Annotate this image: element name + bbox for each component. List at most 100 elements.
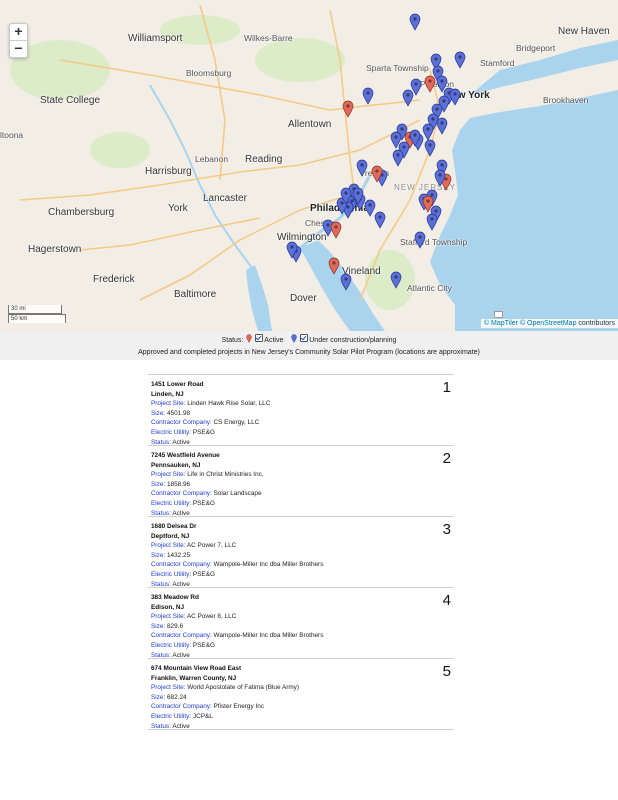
project-size: Size: 1858.96 — [151, 480, 264, 490]
field-label: Contractor Company: — [151, 632, 212, 640]
project-utility: Electric Utility: PSE&G — [151, 570, 323, 580]
field-label: Project Site: — [151, 542, 186, 550]
planning-project-marker[interactable] — [356, 159, 368, 177]
project-city: Linden, NJ — [151, 390, 184, 398]
project-entry: 674 Mountain View Road East Franklin, Wa… — [148, 658, 454, 731]
osm-link[interactable]: © OpenStreetMap — [520, 320, 577, 327]
field-label: Contractor Company: — [151, 419, 212, 427]
legend-row: Status: Active Under construction/planni… — [0, 334, 618, 346]
project-details: 1451 Lower Road Linden, NJ Project Site:… — [151, 380, 270, 447]
layers-toggle[interactable] — [494, 311, 503, 318]
project-address: 1451 Lower Road — [151, 381, 204, 388]
project-number: 2 — [442, 450, 451, 467]
project-number: 1 — [442, 379, 451, 396]
zoom-out-button[interactable]: − — [10, 40, 27, 57]
planning-project-marker[interactable] — [449, 88, 461, 106]
project-site: Project Site: AC Power 7, LLC — [151, 541, 323, 551]
project-contractor: Contractor Company: Solar Landscape — [151, 489, 264, 499]
project-number: 5 — [442, 663, 451, 680]
active-checkbox[interactable] — [255, 334, 264, 342]
field-label: Project Site: — [151, 613, 186, 621]
field-label: Size: — [151, 693, 166, 701]
planning-project-marker[interactable] — [340, 273, 352, 291]
project-details: 383 Meadow Rd Edison, NJ Project Site: A… — [151, 593, 323, 660]
field-label: Contractor Company: — [151, 703, 212, 711]
project-size-value: 829.6 — [167, 622, 183, 630]
project-utility-value: PSE&G — [192, 641, 215, 649]
project-utility: Electric Utility: PSE&G — [151, 499, 264, 509]
scale-bar: 30 mi 50 km — [8, 305, 66, 323]
map[interactable]: Williamsport Wilkes-Barre New Haven Stam… — [0, 0, 618, 331]
project-contractor: Contractor Company: Wampole-Miller Inc d… — [151, 560, 323, 570]
field-label: Size: — [151, 409, 166, 417]
project-entry: 383 Meadow Rd Edison, NJ Project Site: A… — [148, 587, 454, 660]
field-label: Contractor Company: — [151, 561, 212, 569]
project-site-value: Linden Hawk Rise Solar, LLC — [187, 400, 271, 408]
active-marker-icon — [246, 334, 253, 343]
project-site: Project Site: Linden Hawk Rise Solar, LL… — [151, 399, 270, 409]
project-address: 674 Mountain View Road East — [151, 665, 242, 672]
field-label: Status: — [151, 722, 171, 730]
project-entry: 7245 Westfield Avenue Pennsauken, NJ Pro… — [148, 445, 454, 517]
project-contractor-value: CS Energy, LLC — [213, 419, 260, 427]
maptiler-link[interactable]: © MapTiler — [484, 320, 518, 327]
project-details: 674 Mountain View Road East Franklin, Wa… — [151, 664, 299, 731]
attribution-text: contributors — [578, 320, 615, 327]
planning-project-marker[interactable] — [374, 211, 386, 229]
project-size-value: 1858.96 — [167, 480, 191, 488]
project-site-value: AC Power 8, LLC — [186, 613, 237, 621]
project-contractor-value: Wampole-Miller Inc dba Miller Brothers — [213, 561, 324, 569]
planning-label: Under construction/planning — [309, 337, 397, 344]
planning-project-marker[interactable] — [402, 89, 414, 107]
planning-project-marker[interactable] — [426, 213, 438, 231]
project-utility-value: PSE&G — [192, 570, 215, 578]
project-utility: Electric Utility: JCP&L — [151, 712, 299, 722]
project-number: 3 — [442, 521, 451, 538]
map-caption: Approved and completed projects in New J… — [138, 349, 480, 356]
planning-project-marker[interactable] — [364, 199, 376, 217]
scale-km: 50 km — [8, 314, 66, 323]
project-list: 1451 Lower Road Linden, NJ Project Site:… — [148, 374, 454, 730]
planning-project-marker[interactable] — [424, 139, 436, 157]
planning-checkbox[interactable] — [300, 334, 309, 342]
project-site: Project Site: Life in Christ Ministries … — [151, 470, 264, 480]
map-attribution: © MapTiler © OpenStreetMap contributors — [480, 319, 618, 328]
active-project-marker[interactable] — [330, 221, 342, 239]
planning-marker-icon — [291, 334, 297, 343]
project-size: Size: 829.6 — [151, 622, 323, 632]
field-label: Contractor Company: — [151, 490, 212, 498]
legend-bar: Status: Active Under construction/planni… — [0, 331, 618, 360]
field-label: Project Site: — [151, 400, 186, 408]
project-size: Size: 4501.98 — [151, 409, 270, 419]
project-size-value: 682.24 — [167, 693, 187, 701]
project-size: Size: 1432.25 — [151, 551, 323, 561]
planning-project-marker[interactable] — [392, 149, 404, 167]
project-city: Franklin, Warren County, NJ — [151, 674, 237, 682]
project-utility-value: JCP&L — [192, 712, 213, 720]
project-contractor: Contractor Company: Pfister Energy Inc — [151, 702, 299, 712]
project-contractor-value: Solar Landscape — [213, 490, 262, 498]
planning-project-marker[interactable] — [414, 231, 426, 249]
planning-project-marker[interactable] — [390, 271, 402, 289]
project-city: Pennsauken, NJ — [151, 461, 201, 469]
project-entry: 1451 Lower Road Linden, NJ Project Site:… — [148, 374, 454, 447]
planning-project-marker[interactable] — [454, 51, 466, 69]
project-contractor: Contractor Company: CS Energy, LLC — [151, 418, 270, 428]
planning-project-marker[interactable] — [409, 13, 421, 31]
planning-project-marker[interactable] — [362, 87, 374, 105]
project-size-value: 1432.25 — [167, 551, 191, 559]
project-size-value: 4501.98 — [167, 409, 191, 417]
field-label: Electric Utility: — [151, 499, 192, 507]
field-label: Size: — [151, 480, 166, 488]
project-contractor-value: Pfister Energy Inc — [213, 703, 264, 711]
field-label: Project Site: — [151, 471, 186, 479]
planning-project-marker[interactable] — [436, 117, 448, 135]
active-project-marker[interactable] — [328, 257, 340, 275]
active-project-marker[interactable] — [424, 75, 436, 93]
planning-project-marker[interactable] — [422, 123, 434, 141]
project-utility: Electric Utility: PSE&G — [151, 428, 270, 438]
zoom-in-button[interactable]: + — [10, 24, 27, 40]
active-project-marker[interactable] — [342, 100, 354, 118]
project-site: Project Site: World Apostolate of Fatima… — [151, 683, 299, 693]
project-address: 1680 Delsea Dr — [151, 523, 197, 530]
